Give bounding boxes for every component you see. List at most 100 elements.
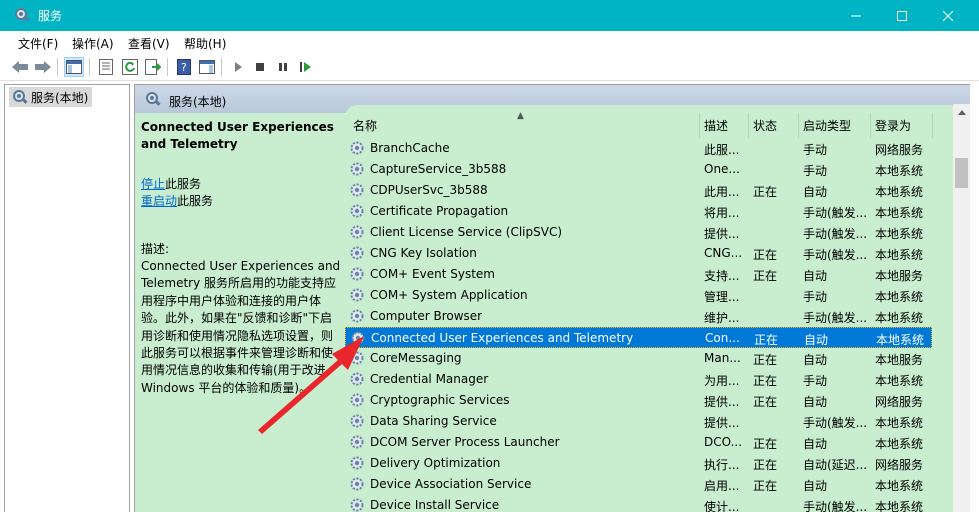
vertical-scrollbar[interactable] (953, 104, 970, 512)
refresh-icon[interactable] (120, 57, 140, 77)
properties-icon[interactable] (96, 57, 116, 77)
service-logon-as: 本地服务 (875, 269, 924, 283)
service-logon-as: 本地系统 (875, 227, 924, 241)
service-logon-as: 本地系统 (875, 500, 924, 512)
column-status[interactable]: 状态 (749, 113, 799, 138)
menu-help[interactable]: 帮助(H) (184, 35, 226, 52)
service-logon-as: 本地系统 (875, 290, 924, 304)
help-icon[interactable]: ? (174, 57, 194, 77)
scrollbar-thumb[interactable] (955, 158, 968, 188)
table-row[interactable]: Credential Manager 为用... 正在 手动 本地系统 (345, 369, 932, 390)
pane-header-title: 服务(本地) (169, 95, 227, 109)
service-name: Delivery Optimization (370, 456, 501, 470)
table-row[interactable]: Certificate Propagation 将用... 手动(触发... 本地系统 (345, 201, 932, 222)
service-description: 提供... (704, 416, 740, 430)
service-startup-type: 手动(触发... (803, 206, 868, 220)
table-row[interactable]: COM+ Event System 支持... 正在 自动 本地服务 (345, 264, 932, 285)
console-tree-toggle-icon[interactable] (64, 57, 84, 77)
restart-service-icon[interactable] (296, 57, 316, 77)
table-row[interactable]: Device Install Service 使计... 手动(触发... 本地系统 (345, 495, 932, 512)
service-description: CNG... (704, 246, 743, 260)
back-arrow-icon[interactable] (10, 57, 30, 77)
service-startup-type: 手动(触发... (803, 311, 868, 325)
service-description: Con... (705, 331, 740, 345)
service-status: 正在 (753, 458, 778, 472)
show-hide-action-pane-icon[interactable] (197, 57, 217, 77)
tree-item-services-local[interactable]: 服务(本地) (9, 87, 93, 107)
menu-file[interactable]: 文件(F) (18, 35, 58, 52)
service-startup-type: 自动 (803, 353, 828, 367)
service-startup-type: 手动 (803, 374, 828, 388)
stop-service-suffix: 此服务 (165, 177, 202, 191)
table-row[interactable]: COM+ System Application 管理... 手动 本地系统 (345, 285, 932, 306)
service-description: 为用... (704, 374, 740, 388)
restart-service-link[interactable]: 重启动 (141, 194, 177, 208)
service-description: 此服... (704, 143, 740, 157)
service-startup-type: 自动 (803, 269, 828, 283)
column-description[interactable]: 描述 (700, 113, 749, 138)
stop-service-icon[interactable] (250, 57, 270, 77)
service-description: One... (704, 162, 740, 176)
service-logon-as: 本地服务 (875, 353, 924, 367)
table-row[interactable]: Connected User Experiences and Telemetry… (345, 327, 932, 348)
service-logon-as: 网络服务 (875, 458, 924, 472)
table-row[interactable]: CoreMessaging Man... 正在 自动 本地服务 (345, 348, 932, 369)
table-row[interactable]: Data Sharing Service 提供... 手动(触发... 本地系统 (345, 411, 932, 432)
service-gear-icon (349, 203, 365, 219)
column-name[interactable]: 名称 (345, 113, 700, 138)
service-logon-as: 本地系统 (875, 206, 924, 220)
service-name: Client License Service (ClipSVC) (370, 225, 563, 239)
service-startup-type: 自动 (803, 395, 828, 409)
service-description: Man... (704, 351, 741, 365)
table-row[interactable]: Device Association Service 启用... 正在 自动 本地系统 (345, 474, 932, 495)
table-row[interactable]: CDPUserSvc_3b588 此用... 正在 自动 本地系统 (345, 180, 932, 201)
table-row[interactable]: BranchCache 此服... 手动 网络服务 (345, 138, 932, 159)
export-list-icon[interactable] (143, 57, 163, 77)
service-startup-type: 手动(触发... (803, 500, 868, 512)
service-startup-type: 手动 (803, 290, 828, 304)
pause-service-icon[interactable] (273, 57, 293, 77)
table-row[interactable]: Delivery Optimization 执行... 正在 自动(延迟... 网络服务 (345, 453, 932, 474)
table-row[interactable]: Computer Browser 维护... 手动(触发... 本地系统 (345, 306, 932, 327)
stop-service-link[interactable]: 停止 (141, 177, 165, 191)
service-description: 维护... (704, 311, 740, 325)
service-gear-icon (349, 266, 365, 282)
scroll-up-arrow-icon[interactable] (953, 104, 970, 121)
service-name: Credential Manager (370, 372, 489, 386)
service-startup-type: 自动 (803, 185, 828, 199)
service-description: 提供... (704, 395, 740, 409)
selected-service-name: Connected User Experiences and Telemetry (141, 120, 334, 151)
table-row[interactable]: CNG Key Isolation CNG... 正在 手动(触发... 本地系统 (345, 243, 932, 264)
menu-bar: 文件(F) 操作(A) 查看(V) 帮助(H) (0, 31, 979, 53)
service-name: Data Sharing Service (370, 414, 497, 428)
service-startup-type: 手动(触发... (803, 227, 868, 241)
table-row[interactable]: Client License Service (ClipSVC) 提供... 手动(… (345, 222, 932, 243)
description-label: 描述: (141, 242, 170, 256)
column-log-on-as[interactable]: 登录为 (871, 113, 933, 138)
service-name: CDPUserSvc_3b588 (370, 183, 488, 197)
service-name: CNG Key Isolation (370, 246, 477, 260)
services-gear-icon (14, 7, 30, 23)
minimize-button[interactable] (833, 0, 879, 31)
menu-action[interactable]: 操作(A) (72, 35, 114, 52)
service-startup-type: 自动 (803, 479, 828, 493)
start-service-icon[interactable] (228, 57, 248, 77)
close-button[interactable] (925, 0, 971, 31)
service-startup-type: 手动(触发... (803, 248, 868, 262)
service-name: BranchCache (370, 141, 450, 155)
menu-view[interactable]: 查看(V) (128, 35, 170, 52)
forward-arrow-icon[interactable] (33, 57, 53, 77)
table-row[interactable]: Cryptographic Services 提供... 正在 自动 网络服务 (345, 390, 932, 411)
service-status: 正在 (753, 479, 778, 493)
table-row[interactable]: DCOM Server Process Launcher DCO... 正在 自动 本地… (345, 432, 932, 453)
column-startup-type[interactable]: 启动类型 (799, 113, 871, 138)
service-logon-as: 本地系统 (875, 185, 924, 199)
service-name: Device Association Service (370, 477, 532, 491)
toolbar: ? (0, 53, 979, 81)
red-annotation-arrow-icon (258, 336, 364, 434)
service-status: 正在 (753, 353, 778, 367)
maximize-button[interactable] (879, 0, 925, 31)
services-pane: 服务(本地) Connected User Experiences and Te… (134, 84, 979, 512)
table-row[interactable]: CaptureService_3b588 One... 手动 本地系统 (345, 159, 932, 180)
service-logon-as: 本地系统 (875, 374, 924, 388)
